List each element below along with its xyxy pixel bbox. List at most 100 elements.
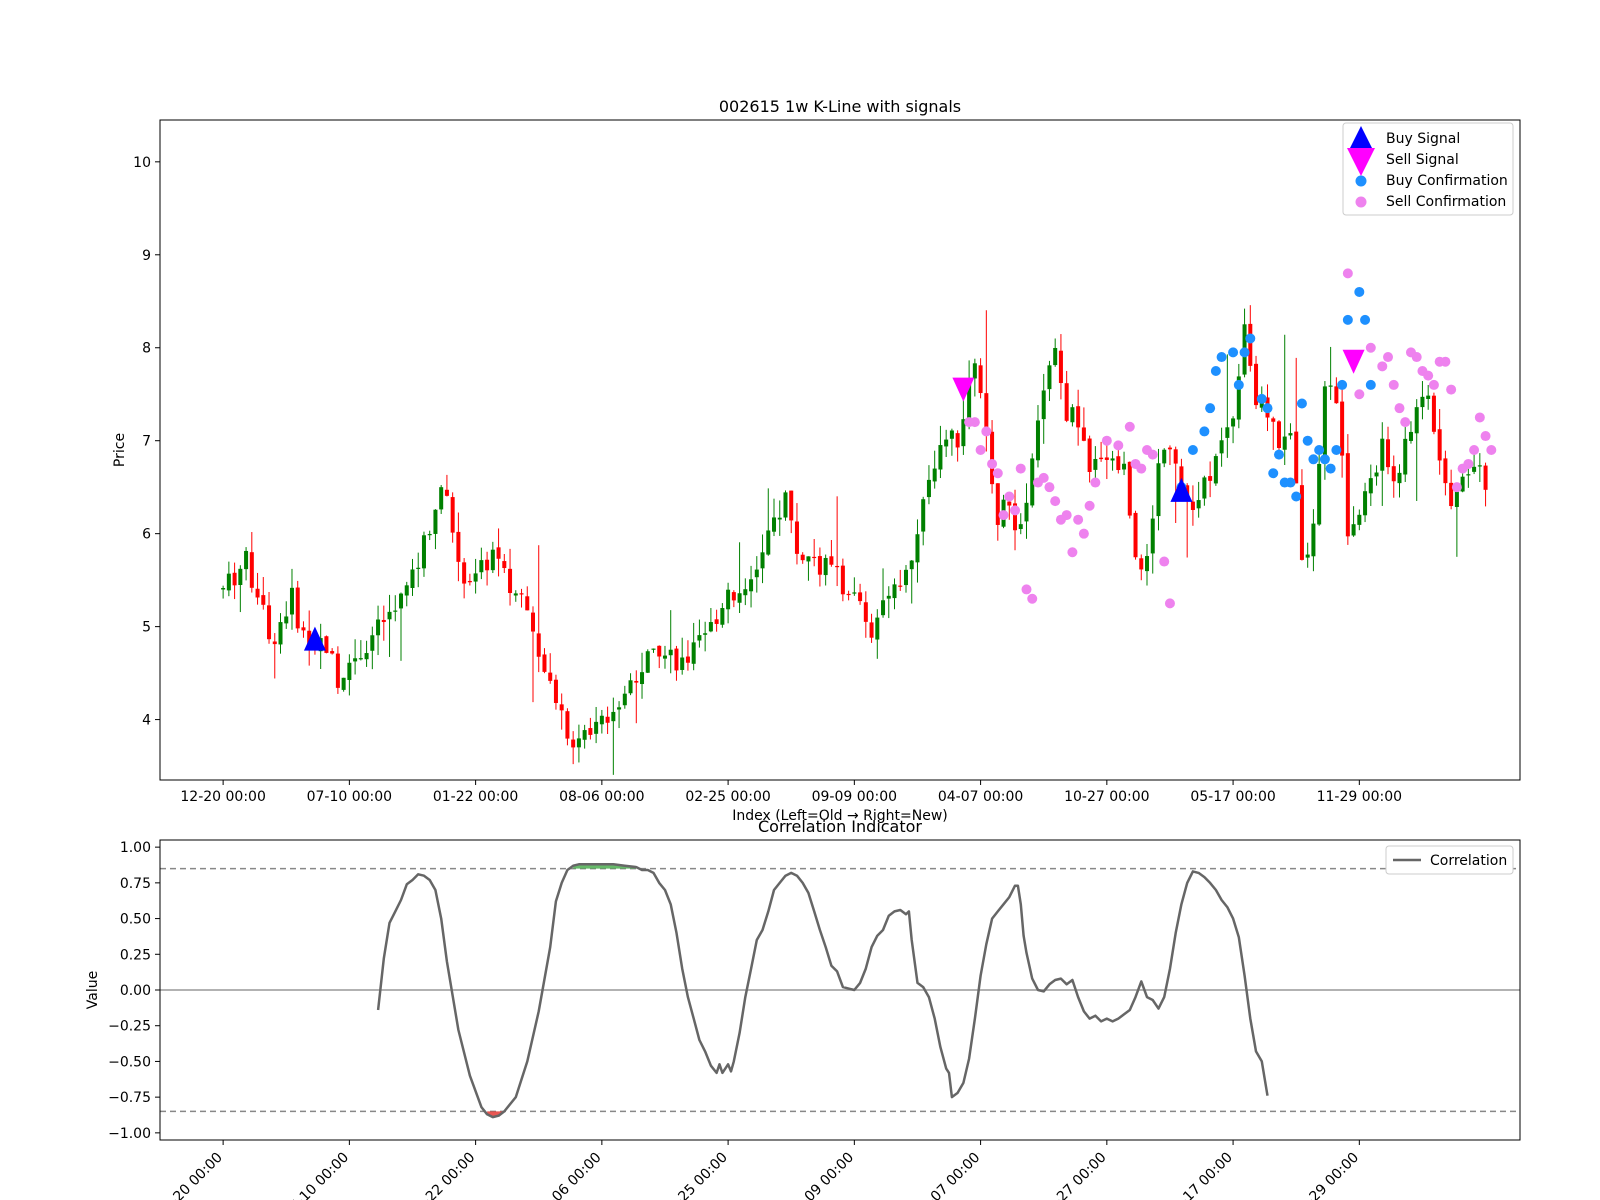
candle-body (858, 592, 863, 602)
candle-body (1426, 395, 1431, 399)
candle-body (978, 365, 983, 394)
candle-body (433, 509, 438, 534)
candle-body (536, 633, 541, 657)
candle-body (1070, 407, 1075, 423)
legend-sell-confirmation-label: Sell Confirmation (1386, 194, 1506, 210)
candle-body (226, 573, 231, 591)
candle-body (467, 580, 472, 583)
sell-confirmation-point (1050, 496, 1061, 507)
buy-confirmation-point (1337, 379, 1348, 390)
kline-y-tick-label: 9 (142, 248, 151, 264)
candle-body (272, 641, 277, 645)
correlation-x-tick-label: 02-25 00:00 (659, 1150, 731, 1200)
buy-confirmation-point (1245, 333, 1256, 344)
candle-body (330, 651, 335, 654)
candle-body (347, 662, 352, 680)
candle-body (863, 602, 868, 622)
candle-body (1225, 427, 1230, 438)
candle-body (473, 573, 478, 582)
candle-body (1477, 465, 1482, 467)
buy-confirmation-point (1325, 463, 1336, 474)
candle-body (1035, 420, 1040, 461)
sell-confirmation-point (1136, 463, 1147, 474)
candle-body (611, 711, 616, 722)
candle-body (949, 430, 954, 439)
candle-body (1305, 554, 1310, 558)
candle-body (743, 589, 748, 596)
kline-x-tick-label: 01-22 00:00 (433, 789, 518, 805)
candle-body (479, 560, 484, 573)
candle-body (490, 549, 495, 571)
correlation-x-tick-label: 09-09 00:00 (785, 1150, 857, 1200)
candle-body (496, 547, 501, 559)
sell-confirmation-point (1124, 421, 1135, 432)
candle-body (1472, 466, 1477, 472)
candle-body (404, 585, 409, 596)
candle-body (599, 715, 604, 725)
candle-body (1018, 524, 1023, 530)
buy-confirmation-point (1216, 352, 1227, 363)
candle-body (1190, 501, 1195, 510)
buy-confirmation-point (1199, 426, 1210, 437)
sell-confirmation-point (1004, 491, 1015, 502)
candle-body (1093, 458, 1098, 470)
candle-body (358, 658, 363, 660)
candle-body (766, 530, 771, 555)
sell-confirmation-point (1015, 463, 1026, 474)
candle-body (634, 680, 639, 683)
candle-body (439, 487, 444, 510)
correlation-y-tick-label: 1.00 (120, 840, 151, 856)
sell-confirmation-point (969, 417, 980, 428)
correlation-x-tick-label: 07-10 00:00 (280, 1150, 352, 1200)
candle-body (1351, 524, 1356, 536)
kline-x-tick-label: 12-20 00:00 (180, 789, 265, 805)
candle-body (335, 653, 340, 688)
candle-body (697, 635, 702, 641)
figure: 002615 1w K-Line with signals 4 5 6 7 8 9 10 1… (85, 97, 1521, 1200)
sell-confirmation-point (1423, 370, 1434, 381)
correlation-x-tick-label: 12-20 00:00 (154, 1150, 226, 1200)
candle-body (1173, 449, 1178, 464)
candle-body (1403, 438, 1408, 475)
candle-body (1104, 457, 1109, 460)
kline-x-ticks: 12-20 00:00 07-10 00:00 01-22 00:00 08-06 0… (180, 780, 1402, 805)
candle-body (720, 608, 725, 625)
candle-body (1271, 418, 1276, 422)
candle-body (1150, 518, 1155, 554)
sell-confirmation-point (1044, 482, 1055, 493)
candle-body (450, 497, 455, 533)
candle-body (892, 584, 897, 599)
candle-body (341, 677, 346, 690)
candle-body (645, 651, 650, 673)
candle-body (1116, 456, 1121, 471)
sell-confirmation-point (1428, 379, 1439, 390)
candle-body (617, 707, 622, 710)
buy-confirmation-point (1342, 314, 1353, 325)
candle-body (553, 679, 558, 703)
sell-confirmation-point (1451, 482, 1462, 493)
kline-x-tick-label: 08-06 00:00 (559, 789, 644, 805)
legend-correlation-label: Correlation (1430, 853, 1507, 869)
candle-body (267, 605, 272, 640)
candle-body (502, 561, 507, 569)
candle-body (1041, 390, 1046, 420)
candle-body (244, 550, 249, 570)
buy-confirmation-point (1233, 379, 1244, 390)
sell-confirmation-point (998, 510, 1009, 521)
candle-body (823, 557, 828, 576)
candle-body (772, 517, 777, 532)
sell-confirmation-point (1090, 477, 1101, 488)
candle-body (542, 654, 547, 672)
candle-body (674, 648, 679, 671)
candle-body (760, 552, 765, 569)
candle-body (421, 535, 426, 569)
candle-body (416, 567, 421, 569)
correlation-x-ticks: 12-20 00:00 07-10 00:00 01-22 00:00 08-06 0… (154, 1140, 1362, 1200)
buy-confirmation-point (1228, 347, 1239, 358)
candle-body (875, 617, 880, 640)
candle-body (1196, 500, 1201, 509)
kline-x-tick-label: 07-10 00:00 (307, 789, 392, 805)
candle-body (387, 611, 392, 620)
correlation-plot-area (160, 863, 1520, 1119)
correlation-y-tick-label: −0.75 (108, 1090, 151, 1106)
